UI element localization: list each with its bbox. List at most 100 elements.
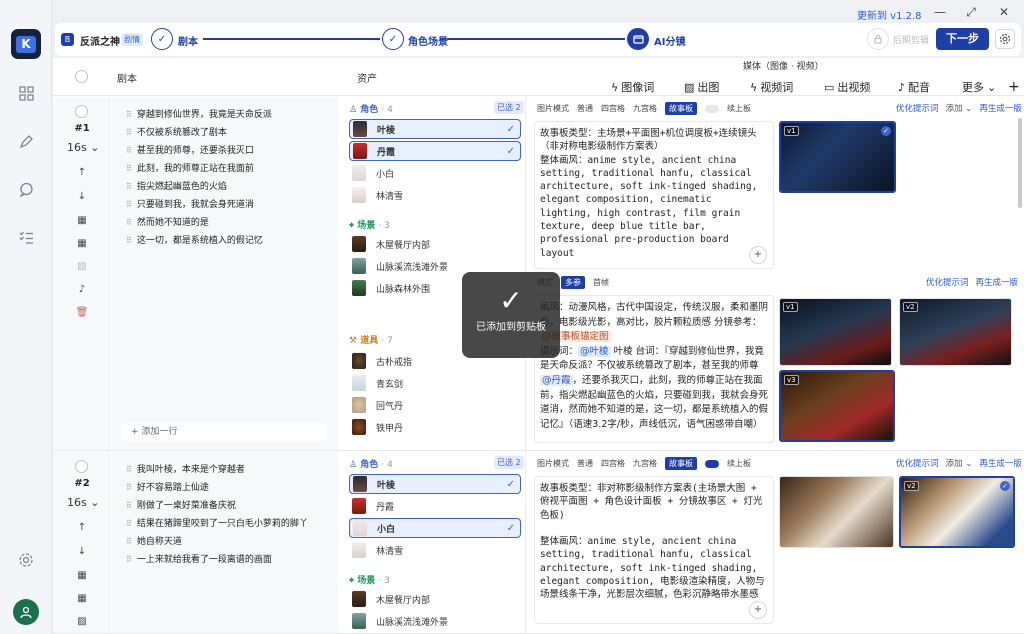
table-icon[interactable]: ▦ xyxy=(75,570,89,582)
pen-icon[interactable] xyxy=(16,131,36,151)
role-item[interactable]: 林清雪 xyxy=(349,540,521,560)
checklist-icon[interactable] xyxy=(16,227,36,247)
role-item[interactable]: 林清雪 xyxy=(349,185,521,205)
tab-4-grid[interactable]: 四宫格 xyxy=(601,103,625,114)
step-roles-label[interactable]: 角色场景 xyxy=(408,33,448,48)
grid-icon[interactable]: ▦ xyxy=(75,593,89,605)
video-prompt[interactable]: 画风：动漫风格，古代中国设定，传统汉服，柔和墨阴影，电影级光影，高对比，胶片颗粒… xyxy=(534,295,774,443)
tab-image-mode[interactable]: 图片模式 xyxy=(537,458,569,469)
step-ai-storyboard-label[interactable]: AI分镜 xyxy=(654,33,685,48)
tab-storyboard[interactable]: 故事板 xyxy=(665,457,697,470)
role-item[interactable]: 丹霞 xyxy=(349,496,521,516)
generate-image-tool[interactable]: ▨ 出图 xyxy=(684,79,719,95)
optimize-prompt-link[interactable]: 优化提示词 xyxy=(896,457,939,469)
role-item[interactable]: 叶棱 ✓ xyxy=(349,474,521,494)
optimize-prompt-link[interactable]: 优化提示词 xyxy=(896,102,939,114)
grid-icon[interactable] xyxy=(16,83,36,103)
regenerate-link[interactable]: 再生成一版 xyxy=(979,102,1022,114)
move-up-icon[interactable]: ↑ xyxy=(75,522,89,534)
regenerate-link[interactable]: 再生成一版 xyxy=(976,276,1019,288)
tab-9-grid[interactable]: 九宫格 xyxy=(633,103,657,114)
script-line[interactable]: 然而她不知道的是 xyxy=(126,215,209,228)
script-line[interactable]: 甚至我的师尊，还要杀我灭口 xyxy=(126,143,254,156)
tab-image-mode[interactable]: 图片模式 xyxy=(537,103,569,114)
optimize-prompt-link[interactable]: 优化提示词 xyxy=(926,276,969,288)
scrollbar[interactable] xyxy=(1018,118,1022,208)
step-script-check-icon[interactable]: ✓ xyxy=(151,28,173,50)
script-line[interactable]: 我叫叶棱，本来是个穿越者 xyxy=(126,462,245,475)
duration-select[interactable]: 16s ⌄ xyxy=(67,496,99,509)
prop-item[interactable]: 铁甲丹 xyxy=(349,417,521,437)
prop-item[interactable]: 青玄剑 xyxy=(349,373,521,393)
tab-first-frame[interactable]: 首帧 xyxy=(593,277,609,288)
step-script-label[interactable]: 剧本 xyxy=(178,33,198,48)
next-step-button[interactable]: 下一步 xyxy=(936,28,989,50)
storyboard-prompt[interactable]: 故事板类型：主场景+平面图+机位调度板+连续镜头（非对称电影级制作方案表） 整体… xyxy=(534,121,774,269)
minimize-icon[interactable]: — xyxy=(932,5,948,19)
script-line[interactable]: 她自称天道 xyxy=(126,534,182,547)
script-line[interactable]: 这一切，都是系统植入的假记忆 xyxy=(126,233,263,246)
script-line[interactable]: 此刻，我的师尊正站在我面前 xyxy=(126,161,254,174)
add-dropdown[interactable]: 添加 ⌄ xyxy=(946,457,973,469)
more-tool[interactable]: 更多 ⌄ xyxy=(962,79,996,95)
tab-4-grid[interactable]: 四宫格 xyxy=(601,458,625,469)
image-icon[interactable]: ▨ xyxy=(75,261,89,273)
toggle-continue[interactable] xyxy=(705,104,719,113)
settings-gear-icon[interactable] xyxy=(995,29,1015,49)
duration-select[interactable]: 16s ⌄ xyxy=(67,141,99,154)
video-prompt-tool[interactable]: ϟ 视频词 xyxy=(750,79,793,95)
user-avatar[interactable] xyxy=(13,599,39,625)
scene-item[interactable]: 木屋餐厅内部 xyxy=(349,589,521,609)
generated-image[interactable]: v3 xyxy=(779,370,895,442)
step-roles-check-icon[interactable]: ✓ xyxy=(382,28,404,50)
script-line[interactable]: 刚做了一桌好菜准备庆祝 xyxy=(126,498,236,511)
move-down-icon[interactable]: ↓ xyxy=(75,191,89,203)
row-select-radio[interactable] xyxy=(75,460,88,473)
tab-continue[interactable]: 续上板 xyxy=(727,458,751,469)
maximize-icon[interactable]: ⤢ xyxy=(963,5,979,19)
storyboard-prompt[interactable]: 故事板类型：非对称影级制作方案表(主场景大图 + 俯视平面图 + 角色设计面板 … xyxy=(534,476,774,624)
image-icon[interactable]: ▨ xyxy=(75,616,89,628)
toggle-continue[interactable] xyxy=(705,459,719,468)
add-icon[interactable]: + xyxy=(1008,79,1020,95)
prop-item[interactable]: 回气丹 xyxy=(349,395,521,415)
add-dropdown[interactable]: 添加 ⌄ xyxy=(946,102,973,114)
scene-item[interactable]: 木屋餐厅内部 xyxy=(349,234,521,254)
scene-item[interactable]: 山脉溪流浅滩外景 xyxy=(349,611,521,631)
voice-tool[interactable]: ♪ 配音 xyxy=(898,79,930,95)
script-line[interactable]: 不仅被系统篡改了剧本 xyxy=(126,125,227,138)
tab-normal[interactable]: 普通 xyxy=(577,458,593,469)
close-icon[interactable]: ✕ xyxy=(996,5,1012,19)
mic-icon[interactable]: ♪ xyxy=(75,284,89,296)
role-item[interactable]: 叶棱 ✓ xyxy=(349,119,521,139)
script-line[interactable]: 指尖燃起幽蓝色的火焰 xyxy=(126,179,227,192)
move-down-icon[interactable]: ↓ xyxy=(75,546,89,558)
script-line[interactable]: 好不容易踏上仙途 xyxy=(126,480,209,493)
tab-continue[interactable]: 续上板 xyxy=(727,103,751,114)
add-icon[interactable]: + xyxy=(749,246,767,264)
table-icon[interactable]: ▦ xyxy=(75,215,89,227)
delete-icon[interactable]: 🗑 xyxy=(75,307,89,319)
script-line[interactable]: 结果在猪蹄里咬到了一只白毛小萝莉的脚丫 xyxy=(126,516,308,529)
generated-image[interactable]: v1 xyxy=(779,298,892,366)
add-icon[interactable]: + xyxy=(749,601,767,619)
tab-multi-ref[interactable]: 多参 xyxy=(561,276,585,289)
move-up-icon[interactable]: ↑ xyxy=(75,167,89,179)
step-ai-storyboard-icon[interactable] xyxy=(627,28,649,50)
script-line[interactable]: 一上来就给我看了一段离谱的画面 xyxy=(126,552,272,565)
generated-image[interactable]: v1 ✓ xyxy=(779,121,896,193)
image-prompt-tool[interactable]: ϟ 图像词 xyxy=(611,79,654,95)
generated-image[interactable]: v2 ✓ xyxy=(899,476,1015,548)
role-item[interactable]: 小白 xyxy=(349,163,521,183)
update-link[interactable]: 更新到 v1.2.8 xyxy=(857,7,922,22)
select-all-radio[interactable] xyxy=(75,70,88,83)
role-item[interactable]: 丹霞 ✓ xyxy=(349,141,521,161)
generate-video-tool[interactable]: ▭ 出视频 xyxy=(824,79,870,95)
add-line-button[interactable]: + 添加一行 xyxy=(121,423,327,441)
script-line[interactable]: 穿越到修仙世界，我竟是天命反派 xyxy=(126,107,272,120)
tab-normal[interactable]: 普通 xyxy=(577,103,593,114)
generated-image[interactable] xyxy=(779,476,894,548)
role-item[interactable]: 小白 ✓ xyxy=(349,518,521,538)
tab-storyboard[interactable]: 故事板 xyxy=(665,102,697,115)
settings-icon[interactable] xyxy=(16,550,36,570)
